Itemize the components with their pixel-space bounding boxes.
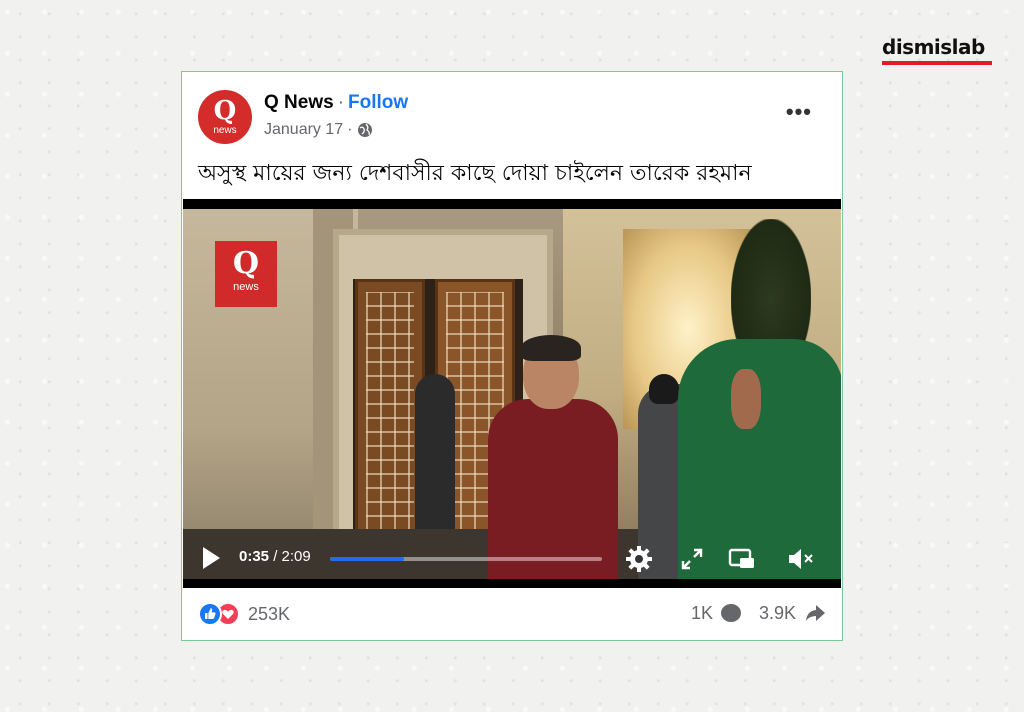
video-time: 0:35 / 2:09 — [239, 548, 311, 565]
video-controls: 0:35 / 2:09 — [183, 534, 841, 582]
duration: 2:09 — [281, 548, 311, 565]
mute-icon[interactable] — [785, 544, 815, 574]
progress-bar[interactable] — [330, 557, 602, 561]
dismislab-logo-underline — [882, 61, 992, 65]
person-grey-coat-head — [649, 374, 679, 404]
facebook-post: Q news Q News · Follow January 17 · ••• অস… — [181, 71, 843, 641]
fullscreen-icon[interactable] — [677, 544, 707, 574]
page-avatar[interactable]: Q news — [198, 90, 252, 144]
video-logo-letter: Q — [232, 246, 260, 281]
post-header: Q news Q News · Follow January 17 · ••• — [198, 90, 826, 146]
video-player[interactable]: Q news 0:35 / 2:09 — [183, 199, 841, 588]
post-caption: অসুস্থ মায়ের জন্য দেশবাসীর কাছে দোয়া চ… — [198, 161, 752, 186]
name-separator: · — [337, 92, 345, 113]
video-frame: Q news — [183, 209, 841, 579]
progress-fill — [330, 557, 404, 561]
woman-face — [731, 369, 761, 429]
follow-button[interactable]: Follow — [348, 92, 408, 113]
picture-in-picture-icon[interactable] — [727, 544, 757, 574]
settings-gear-icon[interactable] — [624, 544, 654, 574]
post-footer: 253K 1K 3.9K — [198, 600, 826, 630]
post-meta: January 17 · — [264, 121, 373, 139]
person-background — [415, 374, 455, 534]
comment-icon — [720, 604, 741, 622]
video-channel-logo: Q news — [215, 241, 277, 307]
date-separator: · — [347, 121, 353, 138]
play-icon[interactable] — [203, 547, 220, 569]
dismislab-logo-text: dismislab — [882, 35, 985, 59]
share-icon — [806, 605, 825, 621]
engagement-stats: 1K 3.9K — [691, 602, 826, 624]
dismislab-logo: dismislab — [882, 36, 994, 70]
reaction-count: 253K — [248, 603, 291, 624]
video-logo-word: news — [233, 281, 259, 293]
reactions[interactable]: 253K — [198, 602, 290, 626]
more-options-button[interactable]: ••• — [786, 101, 812, 123]
time-separator: / — [269, 548, 282, 565]
globe-icon — [357, 123, 372, 137]
current-time: 0:35 — [239, 548, 270, 565]
like-icon — [198, 602, 222, 626]
page-name[interactable]: Q News — [264, 92, 334, 113]
post-date[interactable]: January 17 — [264, 121, 343, 139]
comment-count[interactable]: 1K — [691, 603, 713, 624]
page-name-line: Q News · Follow — [264, 92, 408, 114]
avatar-logo-letter: Q — [213, 96, 237, 126]
avatar-logo-word: news — [213, 125, 237, 136]
share-count[interactable]: 3.9K — [759, 603, 796, 624]
